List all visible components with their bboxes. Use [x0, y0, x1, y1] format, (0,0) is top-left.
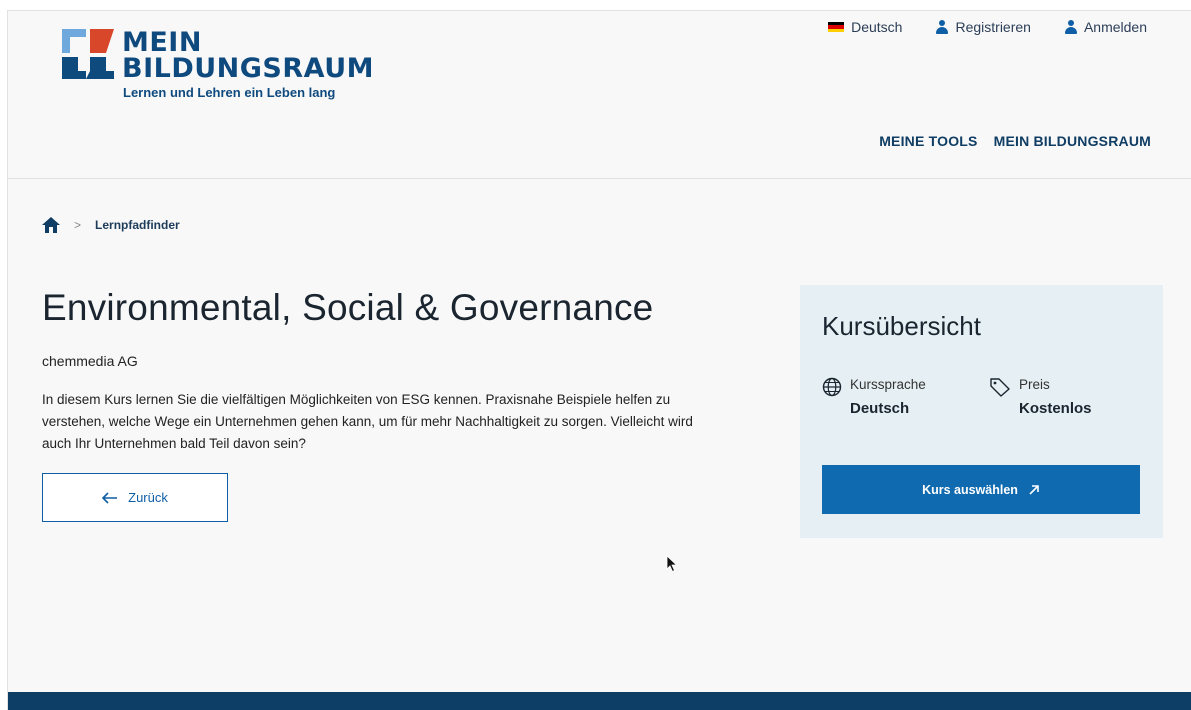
language-switch[interactable]: Deutsch — [828, 19, 902, 35]
site-logo[interactable]: MEIN BILDUNGSRAUM Lernen und Lehren ein … — [60, 27, 380, 105]
back-button[interactable]: Zurück — [42, 473, 228, 522]
site-footer — [8, 692, 1191, 710]
mouse-cursor-icon — [666, 555, 678, 573]
select-course-label: Kurs auswählen — [922, 482, 1018, 497]
back-button-label: Zurück — [128, 490, 168, 505]
select-course-button[interactable]: Kurs auswählen — [822, 465, 1140, 514]
overview-title: Kursübersicht — [822, 311, 981, 341]
course-overview-card: Kursübersicht Kurssprache Deutsch Preis — [800, 285, 1163, 538]
course-title: Environmental, Social & Governance — [42, 287, 654, 328]
breadcrumb-separator-icon: > — [74, 218, 82, 232]
price-meta-value: Kostenlos — [1019, 400, 1092, 417]
nav-meine-tools[interactable]: MEINE TOOLS — [879, 133, 977, 149]
top-meta-nav: Deutsch Registrieren Anmelden — [828, 19, 1147, 35]
course-language: Kurssprache Deutsch — [822, 377, 926, 417]
logo-mark-icon — [62, 29, 114, 79]
browser-viewport: MEIN BILDUNGSRAUM Lernen und Lehren ein … — [7, 10, 1191, 710]
site-header: MEIN BILDUNGSRAUM Lernen und Lehren ein … — [8, 11, 1191, 179]
language-meta-label: Kurssprache — [850, 377, 926, 392]
login-link[interactable]: Anmelden — [1064, 19, 1147, 35]
course-provider: chemmedia AG — [42, 353, 138, 369]
course-price: Preis Kostenlos — [989, 377, 1092, 417]
price-tag-icon — [990, 378, 1010, 397]
user-icon — [936, 20, 949, 34]
language-meta-value: Deutsch — [850, 400, 910, 417]
breadcrumb: > Lernpfadfinder — [42, 217, 180, 233]
main-nav: MEINE TOOLS MEIN BILDUNGSRAUM — [879, 133, 1151, 149]
user-icon — [1064, 20, 1077, 34]
register-label: Registrieren — [955, 19, 1031, 35]
german-flag-icon — [828, 22, 845, 32]
logo-tagline: Lernen und Lehren ein Leben lang — [123, 85, 336, 100]
language-label: Deutsch — [851, 19, 903, 35]
price-meta-label: Preis — [1019, 377, 1050, 392]
nav-mein-bildungsraum[interactable]: MEIN BILDUNGSRAUM — [994, 133, 1151, 149]
globe-icon — [822, 377, 842, 397]
course-description: In diesem Kurs lernen Sie die vielfältig… — [42, 392, 693, 451]
logo-text-line2: BILDUNGSRAUM — [122, 53, 375, 84]
login-label: Anmelden — [1083, 19, 1147, 35]
arrow-left-icon — [102, 491, 118, 504]
register-link[interactable]: Registrieren — [936, 19, 1031, 35]
arrow-up-right-icon — [1029, 484, 1039, 495]
home-icon[interactable] — [42, 217, 60, 233]
breadcrumb-current[interactable]: Lernpfadfinder — [95, 218, 180, 232]
